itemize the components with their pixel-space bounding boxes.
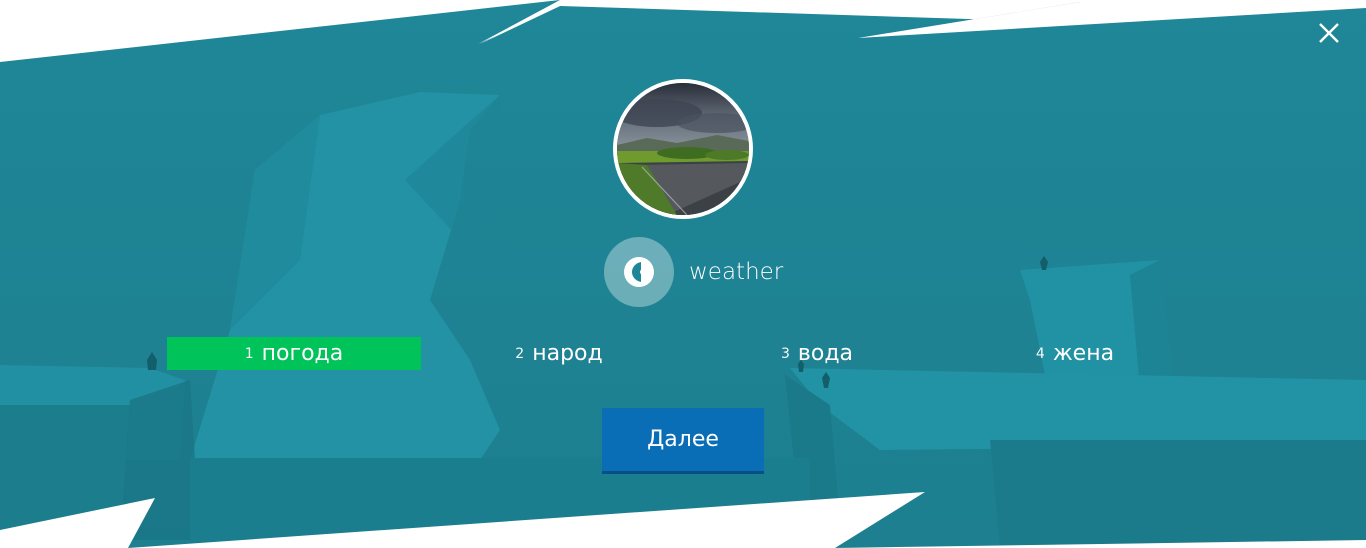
next-button[interactable]: Далее bbox=[602, 408, 764, 474]
option-1[interactable]: 1 погода bbox=[167, 337, 421, 370]
option-number: 1 bbox=[244, 345, 254, 362]
option-text: народ bbox=[532, 341, 603, 366]
option-number: 2 bbox=[515, 345, 525, 362]
option-number: 4 bbox=[1035, 345, 1045, 362]
word-label: weather bbox=[689, 259, 784, 285]
word-image bbox=[613, 79, 753, 219]
option-text: жена bbox=[1052, 341, 1115, 366]
speaker-icon bbox=[624, 257, 654, 287]
option-3[interactable]: 3 вода bbox=[690, 337, 944, 370]
option-text: вода bbox=[797, 341, 854, 366]
option-4[interactable]: 4 жена bbox=[948, 337, 1202, 370]
option-text: погода bbox=[261, 341, 344, 366]
option-2[interactable]: 2 народ bbox=[432, 337, 686, 370]
option-number: 3 bbox=[780, 345, 790, 362]
close-button[interactable] bbox=[1312, 16, 1346, 50]
close-icon bbox=[1319, 23, 1339, 43]
weather-photo bbox=[617, 83, 749, 215]
play-audio-button[interactable] bbox=[604, 237, 674, 307]
